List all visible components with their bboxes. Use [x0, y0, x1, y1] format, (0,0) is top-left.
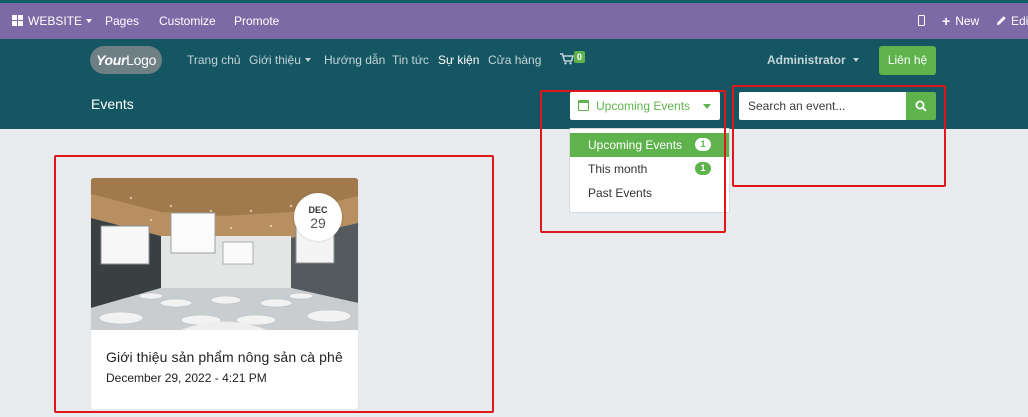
cart-count-badge: 0 — [574, 51, 585, 63]
website-menu[interactable]: WEBSITE — [12, 3, 93, 39]
user-menu-label: Administrator — [767, 53, 846, 67]
plus-icon: + — [942, 13, 951, 29]
annotation-frame-event-card — [54, 155, 494, 413]
nav-link-home[interactable]: Trang chủ — [187, 39, 241, 82]
new-button[interactable]: + New — [942, 3, 979, 39]
mobile-preview-button[interactable] — [918, 3, 925, 39]
admin-bar: WEBSITE Pages Customize Promote + New Edi… — [0, 3, 1028, 39]
grid-icon — [12, 15, 23, 26]
chevron-down-icon — [852, 58, 859, 62]
pages-menu[interactable]: Pages — [105, 3, 139, 39]
annotation-frame-search — [732, 85, 946, 187]
logo-bold-text: Your — [95, 52, 127, 68]
nav-link-guide[interactable]: Hướng dẫn — [324, 39, 385, 82]
nav-link-shop[interactable]: Cửa hàng — [488, 39, 541, 82]
site-logo[interactable]: YourLogo — [90, 46, 162, 74]
edit-button-label: Edit — [1011, 14, 1028, 28]
edit-button[interactable]: Edit — [996, 3, 1028, 39]
new-button-label: New — [955, 14, 980, 28]
promote-menu[interactable]: Promote — [234, 3, 279, 39]
pencil-icon — [996, 16, 1006, 26]
nav-link-about-label: Giới thiệu — [249, 53, 301, 67]
contact-button[interactable]: Liên hệ — [879, 46, 936, 75]
customize-menu[interactable]: Customize — [159, 3, 216, 39]
chevron-down-icon — [86, 19, 93, 23]
user-menu[interactable]: Administrator — [767, 39, 859, 82]
nav-link-about[interactable]: Giới thiệu — [249, 39, 311, 82]
mobile-phone-icon — [918, 15, 925, 26]
main-navbar: YourLogo Trang chủ Giới thiệu Hướng dẫn … — [0, 39, 1028, 82]
chevron-down-icon — [304, 58, 311, 62]
page-title: Events — [91, 96, 134, 112]
annotation-frame-filter — [540, 90, 726, 233]
nav-link-events[interactable]: Sự kiện — [438, 39, 479, 82]
shopping-cart-icon[interactable] — [560, 53, 574, 65]
nav-link-news[interactable]: Tin tức — [392, 39, 429, 82]
website-menu-label: WEBSITE — [28, 14, 83, 28]
logo-thin-text: Logo — [126, 52, 157, 68]
